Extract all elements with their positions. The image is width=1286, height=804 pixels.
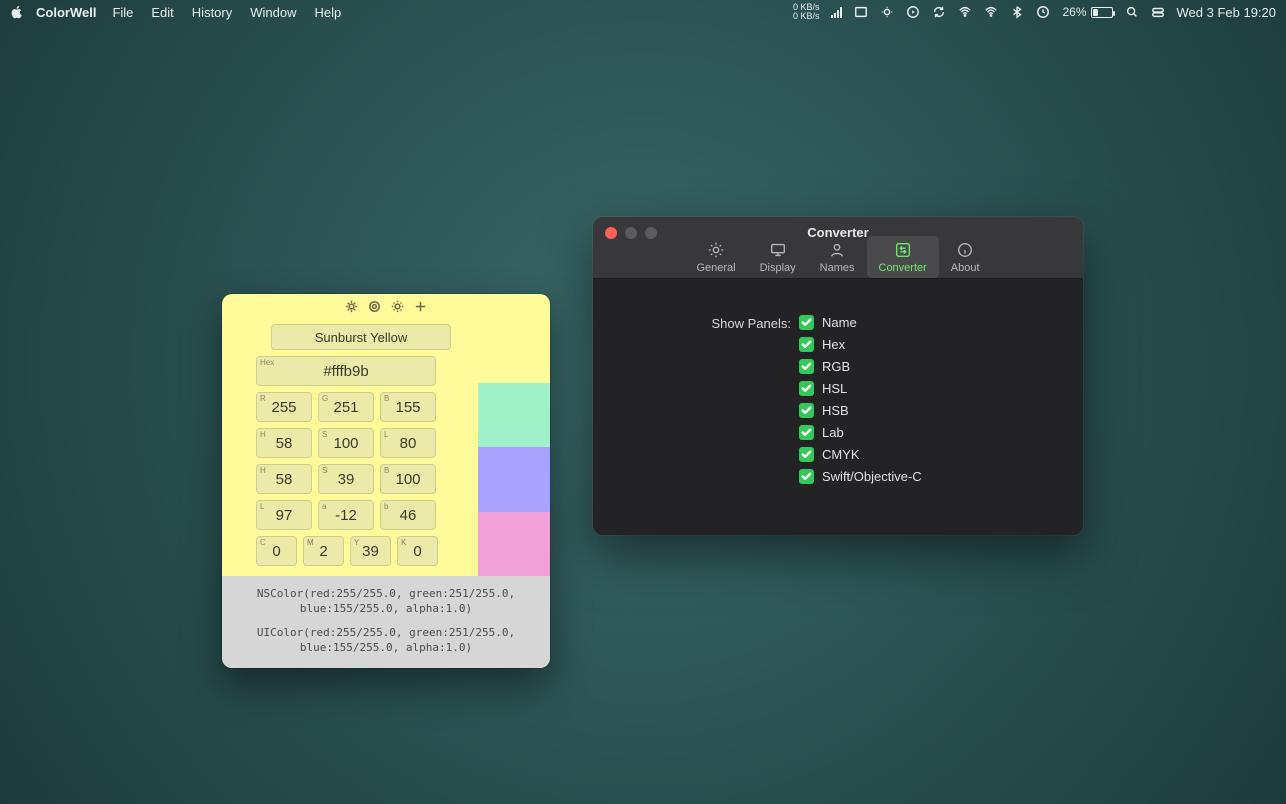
menu-window[interactable]: Window	[250, 5, 296, 20]
time-machine-icon[interactable]	[1036, 5, 1050, 19]
swatch-3[interactable]	[478, 447, 550, 512]
info-icon	[955, 241, 975, 259]
bluetooth-icon[interactable]	[1010, 5, 1024, 19]
menu-edit[interactable]: Edit	[151, 5, 173, 20]
cmyk-k-field[interactable]: K0	[397, 536, 438, 566]
panel-checkboxes: Name Hex RGB HSL HSB Lab CMYK Swift/Obje…	[799, 315, 922, 484]
check-icon	[799, 447, 814, 462]
wifi-icon[interactable]	[984, 5, 998, 19]
prefs-toolbar: General Display Names Converter About	[593, 236, 1083, 278]
tab-general[interactable]: General	[684, 236, 747, 278]
hsb-s-field[interactable]: S39	[318, 464, 374, 494]
swatch-1[interactable]	[478, 318, 550, 383]
hsb-b-field[interactable]: B100	[380, 464, 436, 494]
check-icon	[799, 403, 814, 418]
swatch-2[interactable]	[478, 383, 550, 448]
tab-about[interactable]: About	[939, 236, 992, 278]
app-title[interactable]: ColorWell	[36, 5, 96, 20]
checkbox-hsl[interactable]: HSL	[799, 381, 922, 396]
tab-general-label: General	[696, 262, 735, 274]
checkbox-hex[interactable]: Hex	[799, 337, 922, 352]
color-swatches	[478, 318, 550, 576]
lab-row: L97 a-12 b46	[256, 500, 466, 530]
wifi-strong-icon[interactable]	[958, 5, 972, 19]
play-status-icon[interactable]	[906, 5, 920, 19]
colorwell-fields: Sunburst Yellow Hex #fffb9b R255 G251 B1…	[222, 318, 478, 576]
person-icon	[827, 241, 847, 259]
battery-pct: 26%	[1062, 5, 1086, 19]
sync-icon[interactable]	[932, 5, 946, 19]
hsb-h-field[interactable]: H58	[256, 464, 312, 494]
spotlight-icon[interactable]	[1125, 5, 1139, 19]
lab-b-field[interactable]: b46	[380, 500, 436, 530]
b-field[interactable]: B155	[380, 392, 436, 422]
tab-names-label: Names	[820, 262, 855, 274]
control-center-icon[interactable]	[1151, 5, 1165, 19]
display-icon	[768, 241, 788, 259]
lab-a-field[interactable]: a-12	[318, 500, 374, 530]
gear-icon[interactable]	[390, 299, 405, 314]
status-icon-2[interactable]	[854, 5, 868, 19]
swatch-4[interactable]	[478, 512, 550, 577]
checkbox-cmyk[interactable]: CMYK	[799, 447, 922, 462]
clock[interactable]: Wed 3 Feb 19:20	[1177, 5, 1277, 20]
g-field[interactable]: G251	[318, 392, 374, 422]
check-icon	[799, 469, 814, 484]
converter-icon	[893, 241, 913, 259]
hex-field[interactable]: #fffb9b	[256, 356, 436, 386]
status-icon-3[interactable]	[880, 5, 894, 19]
tab-display[interactable]: Display	[748, 236, 808, 278]
brightness-icon[interactable]	[344, 299, 359, 314]
check-icon	[799, 381, 814, 396]
hsl-row: H58 S100 L80	[256, 428, 466, 458]
gear-icon	[706, 241, 726, 259]
menu-extras: 0 KB/s 0 KB/s 26% Wed 3 Feb 19:20	[793, 3, 1276, 21]
checkbox-rgb[interactable]: RGB	[799, 359, 922, 374]
status-icon-1[interactable]	[831, 6, 842, 18]
check-icon	[799, 315, 814, 330]
add-icon[interactable]	[413, 299, 428, 314]
hsl-h-field[interactable]: H58	[256, 428, 312, 458]
hsb-row: H58 S39 B100	[256, 464, 466, 494]
apple-menu-icon[interactable]	[10, 5, 24, 19]
menu-history[interactable]: History	[192, 5, 232, 20]
checkbox-hsb[interactable]: HSB	[799, 403, 922, 418]
r-field[interactable]: R255	[256, 392, 312, 422]
cmyk-m-field[interactable]: M2	[303, 536, 344, 566]
menu-bar: ColorWell File Edit History Window Help …	[0, 0, 1286, 24]
cmyk-row: C0 M2 Y39 K0	[256, 536, 466, 566]
battery-indicator[interactable]: 26%	[1062, 5, 1112, 19]
prefs-titlebar[interactable]: Converter General Display Names Converte…	[593, 217, 1083, 279]
colorwell-window: Sunburst Yellow Hex #fffb9b R255 G251 B1…	[222, 294, 550, 668]
check-icon	[799, 337, 814, 352]
tab-converter-label: Converter	[879, 262, 927, 274]
checkbox-swift[interactable]: Swift/Objective-C	[799, 469, 922, 484]
checkbox-lab[interactable]: Lab	[799, 425, 922, 440]
colorwell-header[interactable]	[222, 294, 550, 318]
net-down: 0 KB/s	[793, 12, 820, 21]
cmyk-c-field[interactable]: C0	[256, 536, 297, 566]
show-panels-label: Show Panels:	[623, 315, 799, 331]
checkbox-name[interactable]: Name	[799, 315, 922, 330]
hex-label: Hex	[260, 358, 274, 367]
preferences-window: Converter General Display Names Converte…	[593, 217, 1083, 535]
rgb-row: R255 G251 B155	[256, 392, 466, 422]
check-icon	[799, 359, 814, 374]
color-name-field[interactable]: Sunburst Yellow	[271, 324, 451, 350]
prefs-body: Show Panels: Name Hex RGB HSL HSB Lab CM…	[593, 279, 1083, 535]
tab-converter[interactable]: Converter	[867, 236, 939, 278]
network-speed-indicator[interactable]: 0 KB/s 0 KB/s	[793, 3, 820, 21]
menu-file[interactable]: File	[112, 5, 133, 20]
cmyk-y-field[interactable]: Y39	[350, 536, 391, 566]
eyedropper-icon[interactable]	[367, 299, 382, 314]
menu-help[interactable]: Help	[315, 5, 342, 20]
hsl-s-field[interactable]: S100	[318, 428, 374, 458]
tab-display-label: Display	[760, 262, 796, 274]
code-output[interactable]: NSColor(red:255/255.0, green:251/255.0, …	[222, 576, 550, 668]
tab-about-label: About	[951, 262, 980, 274]
lab-l-field[interactable]: L97	[256, 500, 312, 530]
hsl-l-field[interactable]: L80	[380, 428, 436, 458]
check-icon	[799, 425, 814, 440]
tab-names[interactable]: Names	[808, 236, 867, 278]
